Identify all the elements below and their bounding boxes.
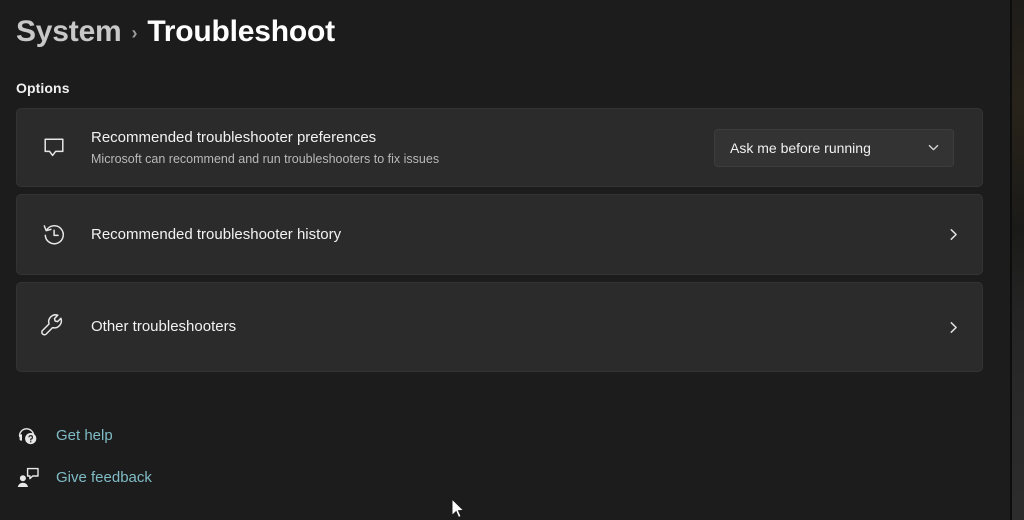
footer-links: Get help Give feedback [14, 420, 152, 504]
chevron-right-icon[interactable] [942, 227, 964, 242]
section-label-options: Options [16, 80, 70, 96]
card-text-block: Recommended troubleshooter history [91, 225, 942, 245]
chevron-down-icon [927, 141, 940, 154]
history-clock-icon [17, 221, 91, 249]
background-window-sliver [1012, 0, 1024, 520]
get-help-icon [14, 424, 56, 448]
card-recommended-troubleshooter-preferences[interactable]: Recommended troubleshooter preferences M… [16, 108, 983, 187]
card-other-troubleshooters[interactable]: Other troubleshooters [16, 282, 983, 372]
dropdown-selected-value: Ask me before running [730, 139, 871, 156]
link-label: Give feedback [56, 468, 152, 486]
options-card-list: Recommended troubleshooter preferences M… [16, 108, 983, 372]
wrench-icon [17, 313, 91, 341]
breadcrumb-separator-icon: › [131, 23, 138, 43]
card-recommended-troubleshooter-history[interactable]: Recommended troubleshooter history [16, 194, 983, 275]
link-label: Get help [56, 426, 113, 444]
card-title: Recommended troubleshooter history [91, 225, 342, 243]
breadcrumb: System › Troubleshoot [16, 12, 335, 52]
link-get-help[interactable]: Get help [14, 420, 152, 451]
recommended-troubleshooter-preference-dropdown[interactable]: Ask me before running [714, 128, 954, 167]
breadcrumb-item-system[interactable]: System [16, 12, 122, 52]
card-text-block: Recommended troubleshooter preferences M… [91, 128, 714, 168]
speech-bubble-icon [17, 134, 91, 162]
link-give-feedback[interactable]: Give feedback [14, 462, 152, 493]
page-title: Troubleshoot [147, 15, 335, 48]
card-subtitle: Microsoft can recommend and run troubles… [91, 151, 440, 166]
card-title: Other troubleshooters [91, 318, 237, 335]
chevron-right-icon[interactable] [942, 320, 964, 335]
give-feedback-icon [14, 466, 56, 490]
settings-content-area: System › Troubleshoot Options Recommende… [0, 0, 1012, 520]
settings-page: System › Troubleshoot Options Recommende… [0, 0, 1024, 520]
card-text-block: Other troubleshooters [91, 317, 942, 337]
card-title: Recommended troubleshooter preferences [91, 128, 377, 146]
